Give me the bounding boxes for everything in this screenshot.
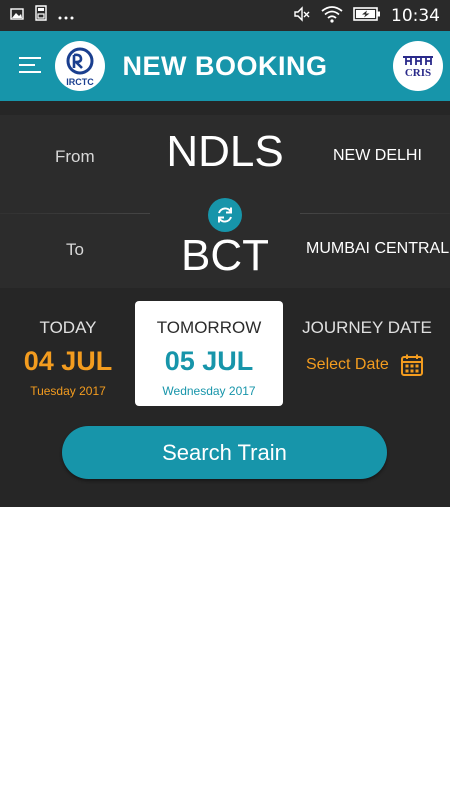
cris-logo-text: CRIS: [405, 67, 431, 79]
from-label: From: [55, 147, 95, 166]
to-label: To: [66, 240, 84, 259]
date-today-weekday: Tuesday 2017: [30, 384, 106, 398]
booking-panel: From NDLS NEW DELHI To BCT MUMBAI CENTRA…: [0, 101, 450, 507]
select-date-label: Select Date: [306, 356, 389, 373]
content-area: [0, 507, 450, 800]
status-left-icons: [10, 5, 74, 25]
page-title: NEW BOOKING: [122, 51, 328, 81]
irctc-logo: IRCTC: [55, 41, 105, 91]
status-bar: 10:34: [0, 0, 450, 31]
gallery-icon: [10, 6, 24, 25]
search-train-button[interactable]: Search Train: [62, 426, 387, 479]
app-bar: IRCTC NEW BOOKING CRIS: [0, 31, 450, 101]
wifi-icon: [321, 5, 343, 27]
to-station-code[interactable]: BCT: [145, 231, 305, 281]
cris-logo: CRIS: [393, 41, 443, 91]
divider: [300, 213, 450, 214]
status-time: 10:34: [391, 6, 440, 26]
route-panel: From NDLS NEW DELHI To BCT MUMBAI CENTRA…: [0, 115, 450, 288]
select-date-control[interactable]: Select Date: [306, 353, 424, 377]
date-option-tomorrow[interactable]: TOMORROW 05 JUL Wednesday 2017: [135, 301, 283, 406]
to-station-name[interactable]: MUMBAI CENTRAL: [306, 240, 449, 258]
divider: [0, 213, 150, 214]
date-tomorrow-weekday: Wednesday 2017: [162, 384, 256, 398]
date-today-label: TODAY: [39, 318, 97, 337]
date-today-value: 04 JUL: [23, 346, 113, 376]
swap-stations-button[interactable]: [208, 198, 242, 232]
battery-charging-icon: [353, 6, 381, 26]
date-option-journey[interactable]: JOURNEY DATE Select Date: [292, 301, 442, 406]
irctc-logo-text: IRCTC: [66, 77, 94, 87]
menu-icon[interactable]: [19, 57, 43, 75]
date-option-today[interactable]: TODAY 04 JUL Tuesday 2017: [8, 301, 128, 406]
from-station-code[interactable]: NDLS: [145, 127, 305, 177]
date-tomorrow-value: 05 JUL: [164, 346, 254, 376]
more-dots-icon: [58, 6, 74, 25]
from-station-name[interactable]: NEW DELHI: [333, 147, 422, 165]
swap-icon: [218, 207, 232, 223]
status-right-icons: 10:34: [293, 4, 440, 28]
calendar-icon[interactable]: [400, 353, 424, 377]
journey-date-label: JOURNEY DATE: [302, 318, 432, 337]
storage-icon: [34, 5, 48, 25]
mute-icon: [293, 5, 311, 27]
date-tomorrow-label: TOMORROW: [156, 318, 262, 337]
